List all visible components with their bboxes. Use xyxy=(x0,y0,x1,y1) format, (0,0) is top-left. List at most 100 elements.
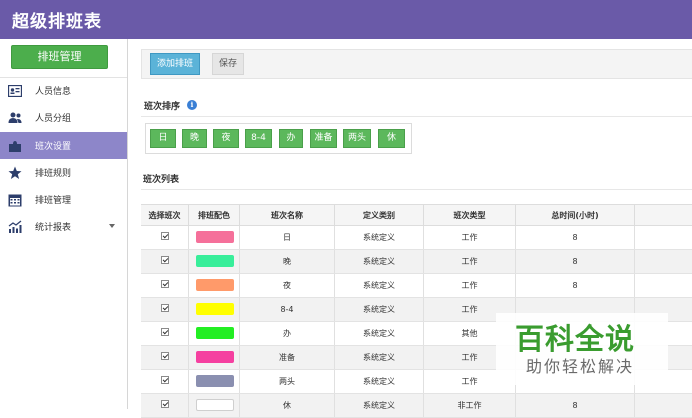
main-content: 添加排班 保存 班次排序 i 日 晚 夜 8-4 办 准备 两头 休 班次列表 … xyxy=(129,39,692,418)
category-cell: 系统定义 xyxy=(335,298,424,321)
color-cell xyxy=(189,346,240,369)
sidebar-item-label: 人员分组 xyxy=(35,114,72,124)
color-swatch[interactable] xyxy=(196,231,234,243)
shift-name-cell: 夜 xyxy=(240,274,335,297)
type-cell: 工作 xyxy=(424,250,516,273)
users-icon xyxy=(8,111,22,125)
color-cell xyxy=(189,394,240,417)
hours-cell: 8 xyxy=(516,274,635,297)
app-title: 超级排班表 xyxy=(12,12,102,32)
select-cell xyxy=(141,394,189,417)
select-checkbox[interactable] xyxy=(160,328,169,336)
select-checkbox[interactable] xyxy=(160,280,169,288)
category-cell: 系统定义 xyxy=(335,250,424,273)
shift-chip[interactable]: 休 xyxy=(378,129,405,148)
shift-name-cell: 日 xyxy=(240,226,335,249)
sidebar-item-label: 人员信息 xyxy=(35,87,72,97)
chevron-down-icon xyxy=(109,224,115,228)
hours-cell: 8 xyxy=(516,394,635,417)
hours-cell: 8 xyxy=(516,250,635,273)
sidebar-item-schedule-management[interactable]: 排班管理 xyxy=(0,186,127,213)
select-cell xyxy=(141,322,189,345)
column-header[interactable]: 排班配色 xyxy=(189,205,240,226)
color-swatch[interactable] xyxy=(196,399,234,411)
section-divider xyxy=(141,116,692,117)
category-cell: 系统定义 xyxy=(335,394,424,417)
sidebar-item-statistics[interactable]: 统计报表 xyxy=(0,213,127,240)
shift-chip[interactable]: 夜 xyxy=(213,129,239,148)
watermark-subtitle: 助你轻松解决 xyxy=(526,357,635,376)
table-row: 晚系统定义 工作 8 xyxy=(141,250,692,274)
sidebar-item-schedule-rules[interactable]: 排班规则 xyxy=(0,159,127,186)
select-checkbox[interactable] xyxy=(160,232,169,240)
color-swatch[interactable] xyxy=(196,303,234,315)
color-cell xyxy=(189,322,240,345)
schedule-management-header-button[interactable]: 排班管理 xyxy=(11,45,108,69)
shift-order-title: 班次排序 xyxy=(144,102,181,112)
select-cell xyxy=(141,274,189,297)
column-header[interactable]: 班次名称 xyxy=(240,205,335,226)
shift-name-cell: 休 xyxy=(240,394,335,417)
hours-cell: 8 xyxy=(516,226,635,249)
shift-chip[interactable]: 8-4 xyxy=(245,129,272,148)
color-swatch[interactable] xyxy=(196,375,234,387)
color-swatch[interactable] xyxy=(196,327,234,339)
color-swatch[interactable] xyxy=(196,279,234,291)
select-checkbox[interactable] xyxy=(160,256,169,264)
info-icon[interactable]: i xyxy=(187,100,197,110)
shift-name-cell: 办 xyxy=(240,322,335,345)
select-cell xyxy=(141,346,189,369)
color-swatch[interactable] xyxy=(196,351,234,363)
sidebar: 排班管理 人员信息 人员分组 班次设置 排班规则 排班管理 统计报表 xyxy=(0,39,128,409)
shift-chip[interactable]: 晚 xyxy=(182,129,207,148)
table-row: 夜系统定义 工作 8 xyxy=(141,274,692,298)
shift-chip[interactable]: 两头 xyxy=(343,129,371,148)
calendar-icon xyxy=(8,193,22,207)
color-cell xyxy=(189,226,240,249)
add-schedule-button[interactable]: 添加排班 xyxy=(150,53,200,75)
section-divider xyxy=(141,189,692,190)
column-header[interactable]: 总时间(小时) xyxy=(516,205,635,226)
color-swatch[interactable] xyxy=(196,255,234,267)
shift-name-cell: 晚 xyxy=(240,250,335,273)
shift-chip[interactable]: 日 xyxy=(150,129,176,148)
column-header[interactable]: 班次类型 xyxy=(424,205,516,226)
select-checkbox[interactable] xyxy=(160,352,169,360)
shift-name-cell: 两头 xyxy=(240,370,335,393)
table-row: 休系统定义 非工作 8 xyxy=(141,394,692,418)
category-cell: 系统定义 xyxy=(335,370,424,393)
type-cell: 工作 xyxy=(424,274,516,297)
sidebar-item-shift-settings[interactable]: 班次设置 xyxy=(0,132,127,159)
shift-order-box: 日 晚 夜 8-4 办 准备 两头 休 xyxy=(145,123,412,154)
sidebar-item-staff-groups[interactable]: 人员分组 xyxy=(0,104,127,131)
select-checkbox[interactable] xyxy=(160,400,169,408)
type-cell: 工作 xyxy=(424,226,516,249)
save-button[interactable]: 保存 xyxy=(212,53,244,75)
watermark-title: 百科全说 xyxy=(515,322,636,356)
color-cell xyxy=(189,274,240,297)
color-cell xyxy=(189,370,240,393)
column-header[interactable]: 定义类别 xyxy=(335,205,424,226)
star-icon xyxy=(8,166,22,180)
select-cell xyxy=(141,370,189,393)
sidebar-item-staff-info[interactable]: 人员信息 xyxy=(0,77,127,104)
shift-name-cell: 准备 xyxy=(240,346,335,369)
select-checkbox[interactable] xyxy=(160,304,169,312)
sidebar-item-label: 排班规则 xyxy=(35,169,72,179)
shift-chip[interactable]: 办 xyxy=(279,129,303,148)
shift-list-title: 班次列表 xyxy=(143,175,180,185)
puzzle-icon xyxy=(8,139,22,153)
table-row: 日系统定义 工作 8 xyxy=(141,226,692,250)
category-cell: 系统定义 xyxy=(335,226,424,249)
shift-chip[interactable]: 准备 xyxy=(310,129,337,148)
color-cell xyxy=(189,298,240,321)
type-cell: 非工作 xyxy=(424,394,516,417)
select-cell xyxy=(141,298,189,321)
select-cell xyxy=(141,226,189,249)
shift-name-cell: 8-4 xyxy=(240,298,335,321)
watermark: 百科全说 助你轻松解决 xyxy=(496,313,668,385)
color-cell xyxy=(189,250,240,273)
id-card-icon xyxy=(8,84,22,98)
select-checkbox[interactable] xyxy=(160,376,169,384)
column-header[interactable]: 选择班次 xyxy=(141,205,189,226)
